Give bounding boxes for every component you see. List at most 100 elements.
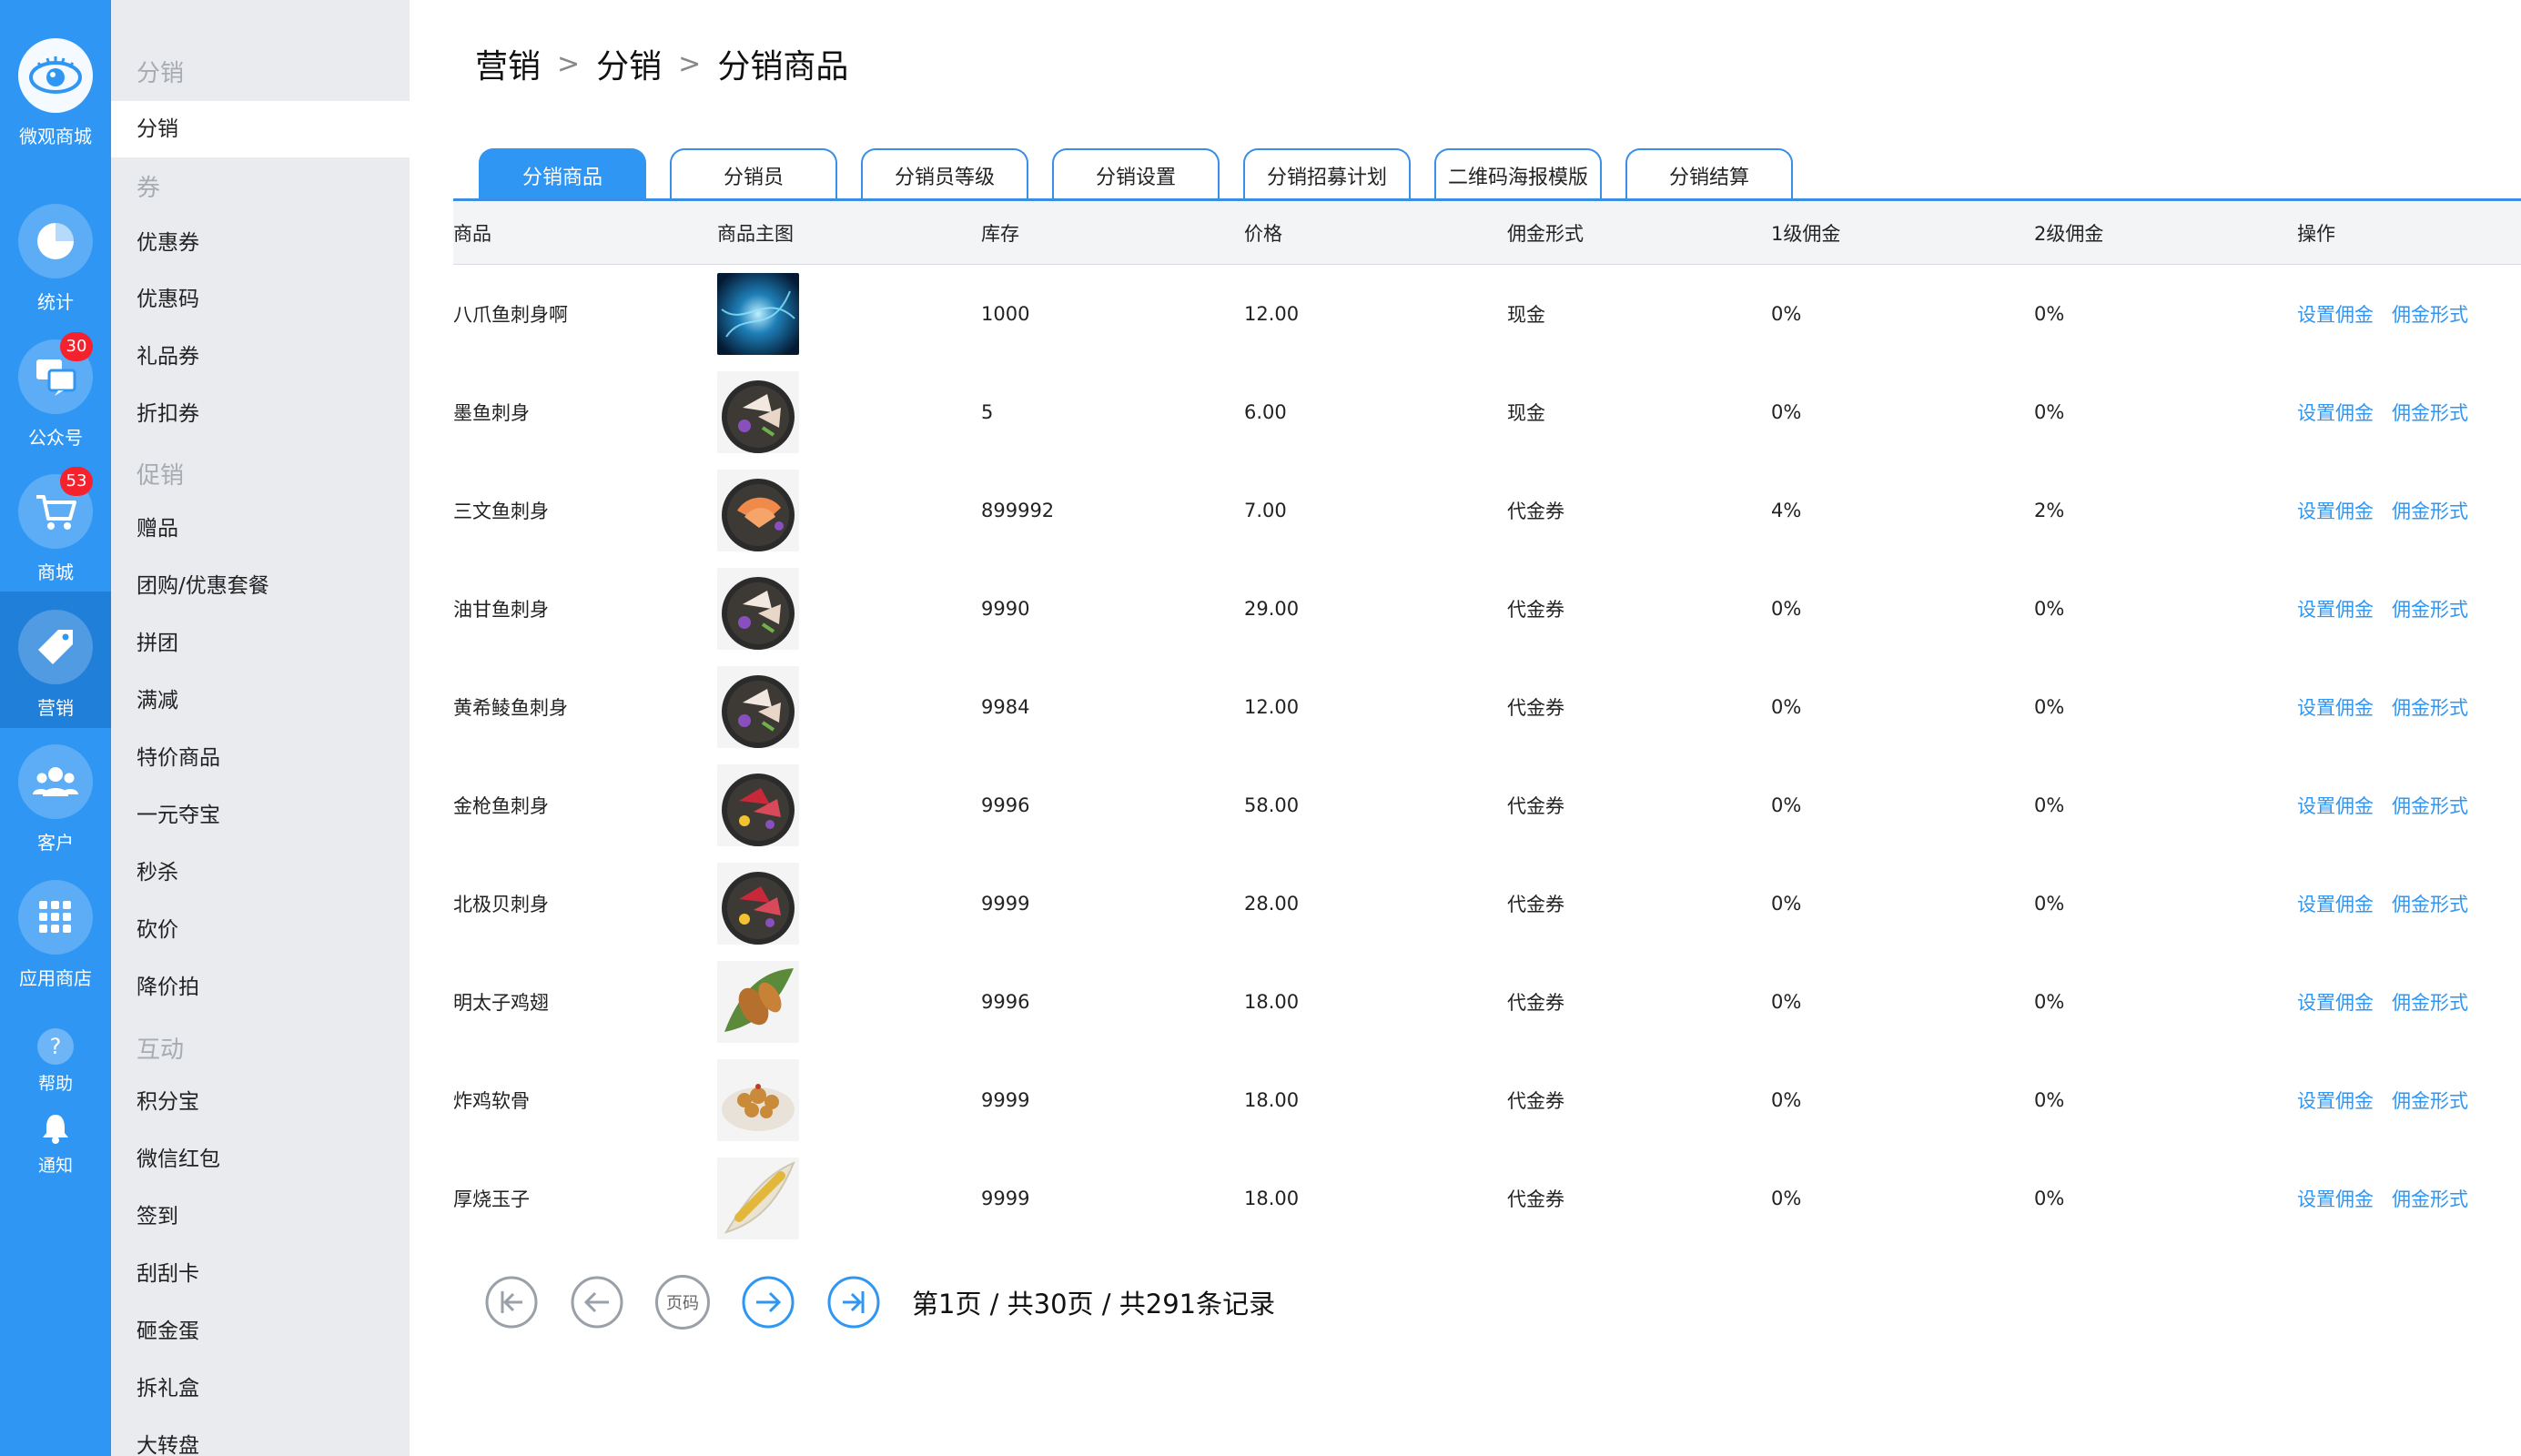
- tab-distributors[interactable]: 分销员: [670, 148, 837, 200]
- subnav-group-title: 券: [137, 175, 161, 202]
- cell-product-name: 北极贝刺身: [453, 894, 549, 915]
- rail-label: 统计: [37, 291, 74, 313]
- subnav-item[interactable]: 签到: [111, 1188, 410, 1245]
- product-thumbnail[interactable]: [717, 863, 799, 945]
- rail-item-notice[interactable]: 通知: [0, 1110, 111, 1177]
- cell-actions: 设置佣金 佣金形式: [2297, 792, 2521, 819]
- cell-price: 12.00: [1244, 303, 1300, 325]
- cell-level1-commission: 0%: [1771, 991, 1802, 1013]
- subnav-item[interactable]: 降价拍: [111, 959, 410, 1016]
- page-number-button[interactable]: 页码: [655, 1275, 710, 1330]
- rail-item-help[interactable]: ? 帮助: [0, 1028, 111, 1095]
- subnav-item[interactable]: 优惠券: [111, 215, 410, 271]
- column-header[interactable]: 价格: [1244, 219, 1507, 247]
- subnav-item[interactable]: 礼品券: [111, 329, 410, 385]
- commission-type-link[interactable]: 佣金形式: [2392, 402, 2468, 424]
- first-page-icon[interactable]: [484, 1275, 539, 1330]
- product-thumbnail[interactable]: [717, 961, 799, 1043]
- set-commission-link[interactable]: 设置佣金: [2297, 795, 2374, 817]
- set-commission-link[interactable]: 设置佣金: [2297, 402, 2374, 424]
- subnav-item[interactable]: 一元夺宝: [111, 787, 410, 844]
- subnav-item[interactable]: 团购/优惠套餐: [111, 558, 410, 614]
- commission-type-link[interactable]: 佣金形式: [2392, 1090, 2468, 1112]
- subnav-item[interactable]: 特价商品: [111, 730, 410, 786]
- column-header[interactable]: 商品: [453, 219, 717, 247]
- subnav-item[interactable]: 赠品: [111, 500, 410, 557]
- cell-product-name: 炸鸡软骨: [453, 1090, 530, 1112]
- column-header[interactable]: 佣金形式: [1507, 219, 1771, 247]
- tab-distribution-products[interactable]: 分销商品: [479, 148, 646, 200]
- cell-price: 28.00: [1244, 893, 1300, 915]
- tab-distributor-levels[interactable]: 分销员等级: [861, 148, 1028, 200]
- set-commission-link[interactable]: 设置佣金: [2297, 1090, 2374, 1112]
- cell-price: 18.00: [1244, 1188, 1300, 1209]
- rail-item-stats[interactable]: 统计: [0, 204, 111, 314]
- tab-settlement[interactable]: 分销结算: [1625, 148, 1793, 200]
- rail-label: 应用商店: [19, 967, 92, 989]
- column-header[interactable]: 商品主图: [717, 219, 981, 247]
- set-commission-link[interactable]: 设置佣金: [2297, 304, 2374, 326]
- subnav-item[interactable]: 秒杀: [111, 844, 410, 901]
- prev-page-icon[interactable]: [570, 1275, 624, 1330]
- cell-level1-commission: 0%: [1771, 1089, 1802, 1111]
- product-thumbnail[interactable]: [717, 568, 799, 650]
- product-thumbnail[interactable]: [717, 273, 799, 355]
- commission-type-link[interactable]: 佣金形式: [2392, 500, 2468, 522]
- commission-type-link[interactable]: 佣金形式: [2392, 304, 2468, 326]
- tag-icon: [18, 610, 93, 684]
- set-commission-link[interactable]: 设置佣金: [2297, 1188, 2374, 1210]
- next-page-icon[interactable]: [741, 1275, 795, 1330]
- subnav-item[interactable]: 刮刮卡: [111, 1246, 410, 1302]
- set-commission-link[interactable]: 设置佣金: [2297, 992, 2374, 1014]
- cell-product-name: 墨鱼刺身: [453, 402, 530, 424]
- users-icon: [18, 744, 93, 819]
- rail-item-app-store[interactable]: 应用商店: [0, 880, 111, 990]
- cell-commission-type: 代金券: [1507, 894, 1564, 915]
- subnav-item[interactable]: 大转盘: [111, 1418, 410, 1456]
- breadcrumb-item[interactable]: 营销: [475, 40, 541, 87]
- cell-price: 18.00: [1244, 991, 1300, 1013]
- commission-type-link[interactable]: 佣金形式: [2392, 992, 2468, 1014]
- subnav-item[interactable]: 折扣券: [111, 386, 410, 442]
- product-thumbnail[interactable]: [717, 666, 799, 748]
- subnav-item[interactable]: 积分宝: [111, 1074, 410, 1130]
- cell-level2-commission: 0%: [2034, 991, 2065, 1013]
- set-commission-link[interactable]: 设置佣金: [2297, 697, 2374, 719]
- commission-type-link[interactable]: 佣金形式: [2392, 599, 2468, 621]
- subnav-item[interactable]: 拼团: [111, 615, 410, 672]
- subnav-item[interactable]: 微信红包: [111, 1131, 410, 1188]
- subnav-item[interactable]: 优惠码: [111, 271, 410, 328]
- commission-type-link[interactable]: 佣金形式: [2392, 1188, 2468, 1210]
- commission-type-link[interactable]: 佣金形式: [2392, 795, 2468, 817]
- rail-item-marketing[interactable]: 营销: [0, 592, 111, 728]
- tab-recruitment-plan[interactable]: 分销招募计划: [1243, 148, 1411, 200]
- rail-item-home[interactable]: 微观商城: [0, 38, 111, 148]
- column-header[interactable]: 1级佣金: [1771, 219, 2034, 247]
- subnav-item[interactable]: 拆礼盒: [111, 1360, 410, 1417]
- column-header[interactable]: 操作: [2297, 219, 2521, 247]
- column-header[interactable]: 库存: [981, 219, 1244, 247]
- subnav-item[interactable]: 满减: [111, 672, 410, 729]
- product-thumbnail[interactable]: [717, 1158, 799, 1239]
- set-commission-link[interactable]: 设置佣金: [2297, 599, 2374, 621]
- set-commission-link[interactable]: 设置佣金: [2297, 500, 2374, 522]
- breadcrumb-item[interactable]: 分销: [596, 40, 662, 87]
- commission-type-link[interactable]: 佣金形式: [2392, 894, 2468, 915]
- rail-item-customers[interactable]: 客户: [0, 744, 111, 854]
- cell-commission-type: 现金: [1507, 402, 1545, 424]
- column-header[interactable]: 2级佣金: [2034, 219, 2297, 247]
- tab-qr-poster-template[interactable]: 二维码海报模版: [1434, 148, 1602, 200]
- last-page-icon[interactable]: [826, 1275, 881, 1330]
- rail-item-official-account[interactable]: 30 公众号: [0, 332, 111, 450]
- product-thumbnail[interactable]: [717, 470, 799, 551]
- subnav-item-distribution[interactable]: 分销: [111, 101, 410, 157]
- product-thumbnail[interactable]: [717, 1059, 799, 1141]
- subnav-item[interactable]: 砸金蛋: [111, 1303, 410, 1360]
- product-thumbnail[interactable]: [717, 371, 799, 453]
- rail-item-mall[interactable]: 53 商城: [0, 467, 111, 584]
- subnav-item[interactable]: 砍价: [111, 902, 410, 958]
- set-commission-link[interactable]: 设置佣金: [2297, 894, 2374, 915]
- product-thumbnail[interactable]: [717, 764, 799, 846]
- commission-type-link[interactable]: 佣金形式: [2392, 697, 2468, 719]
- tab-distribution-settings[interactable]: 分销设置: [1052, 148, 1220, 200]
